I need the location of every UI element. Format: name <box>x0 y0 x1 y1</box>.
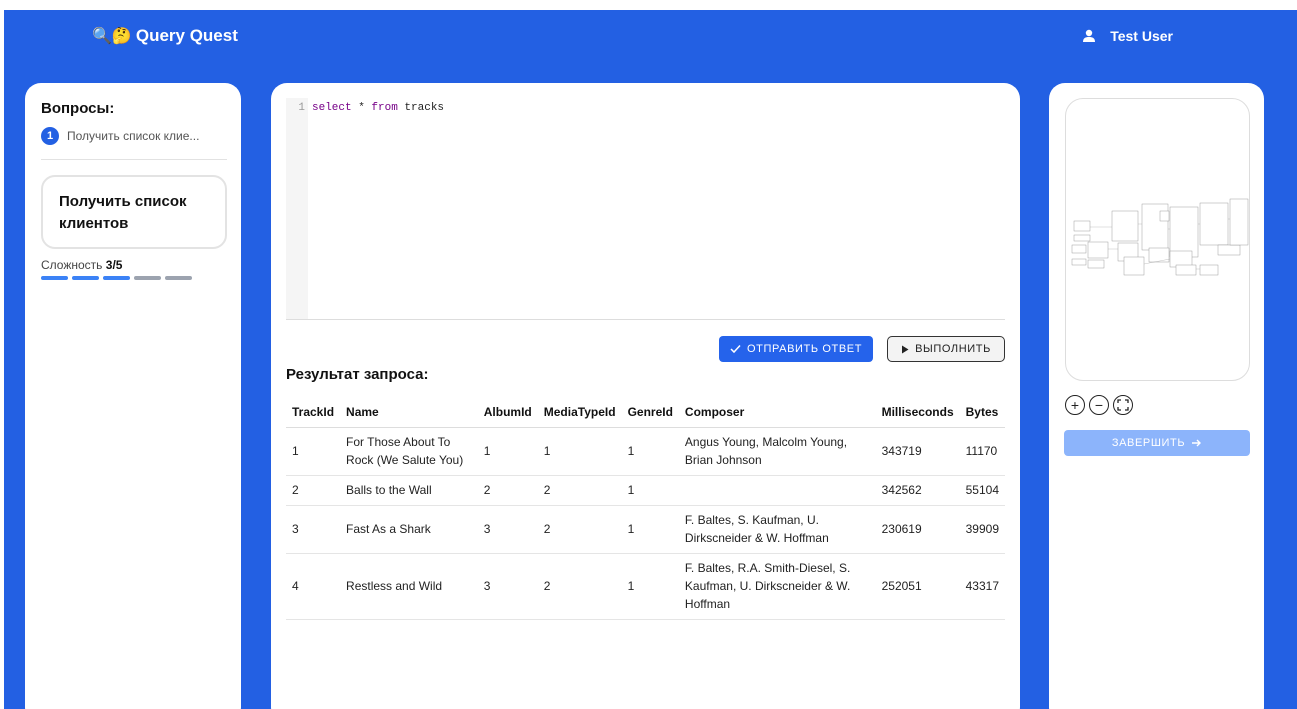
zoom-controls: + − <box>1065 395 1133 415</box>
table-cell: 1 <box>621 427 679 476</box>
questions-title: Вопросы: <box>41 100 115 117</box>
difficulty-bars <box>41 276 192 280</box>
question-number-badge: 1 <box>41 127 59 145</box>
table-cell: 3 <box>477 505 538 554</box>
main-panel: 1 select * from tracks ОТПРАВИТЬ ОТВЕТ В… <box>271 83 1020 709</box>
column-header: MediaTypeId <box>537 397 622 428</box>
brand[interactable]: 🔍🤔 Query Quest <box>92 26 238 46</box>
table-cell: F. Baltes, S. Kaufman, U. Dirkscneider &… <box>678 505 876 554</box>
difficulty-text: Сложность <box>41 258 103 272</box>
submit-label: ОТПРАВИТЬ ОТВЕТ <box>746 343 863 355</box>
column-header: Milliseconds <box>875 397 960 428</box>
logo-icon: 🔍🤔 <box>92 28 132 45</box>
table-row: 4 Restless and Wild 3 2 1 F. Baltes, R.A… <box>286 553 1005 620</box>
column-header: Composer <box>678 397 876 428</box>
run-label: ВЫПОЛНИТЬ <box>915 343 991 355</box>
schema-diagram[interactable] <box>1065 98 1250 381</box>
app-title: Query Quest <box>135 26 238 45</box>
zoom-out-icon[interactable]: − <box>1089 395 1109 415</box>
question-list-item[interactable]: 1 Получить список клие... <box>41 127 199 145</box>
code-keyword: select <box>312 102 352 114</box>
table-cell: 1 <box>286 427 341 476</box>
table-cell: 39909 <box>959 505 1005 554</box>
difficulty-bar <box>134 276 161 280</box>
table-row: 1 For Those About To Rock (We Salute You… <box>286 427 1005 476</box>
column-header: Bytes <box>959 397 1005 428</box>
table-header-row: TrackId Name AlbumId MediaTypeId GenreId… <box>286 397 1005 428</box>
table-cell: 3 <box>477 553 538 620</box>
table-cell: Restless and Wild <box>340 553 478 620</box>
table-row: 2 Balls to the Wall 2 2 1 342562 55104 <box>286 475 1005 506</box>
results-title: Результат запроса: <box>286 366 429 383</box>
difficulty-label: Сложность 3/5 <box>41 258 122 272</box>
table-cell: 2 <box>537 553 622 620</box>
check-icon <box>730 344 741 354</box>
table-cell: 230619 <box>875 505 960 554</box>
zoom-in-icon[interactable]: + <box>1065 395 1085 415</box>
difficulty-bar <box>41 276 68 280</box>
table-cell: 1 <box>621 505 679 554</box>
code-line[interactable]: select * from tracks <box>312 102 444 114</box>
finish-button[interactable]: ЗАВЕРШИТЬ <box>1064 430 1250 456</box>
difficulty-bar <box>103 276 130 280</box>
table-cell: 2 <box>537 475 622 506</box>
column-header: TrackId <box>286 397 341 428</box>
finish-label: ЗАВЕРШИТЬ <box>1111 437 1186 449</box>
table-cell: 2 <box>286 475 341 506</box>
table-cell: 1 <box>621 475 679 506</box>
column-header: Name <box>340 397 478 428</box>
table-cell: Angus Young, Malcolm Young, Brian Johnso… <box>678 427 876 476</box>
user-menu[interactable]: Test User <box>1082 28 1173 44</box>
user-icon <box>1083 29 1096 42</box>
difficulty-bar <box>165 276 192 280</box>
code-text: tracks <box>397 102 445 114</box>
table-cell: Fast As a Shark <box>340 505 478 554</box>
table-cell: 252051 <box>875 553 960 620</box>
table-cell: Balls to the Wall <box>340 475 478 506</box>
results-table: TrackId Name AlbumId MediaTypeId GenreId… <box>286 397 1005 620</box>
table-cell: 1 <box>621 553 679 620</box>
submit-answer-button[interactable]: ОТПРАВИТЬ ОТВЕТ <box>719 336 873 362</box>
app-frame: 🔍🤔 Query Quest Test User Вопросы: 1 Полу… <box>4 10 1297 709</box>
table-cell: 11170 <box>959 427 1005 476</box>
table-cell: For Those About To Rock (We Salute You) <box>340 427 478 476</box>
table-cell <box>678 475 876 506</box>
run-query-button[interactable]: ВЫПОЛНИТЬ <box>887 336 1005 362</box>
table-cell: 4 <box>286 553 341 620</box>
questions-panel: Вопросы: 1 Получить список клие... Получ… <box>25 83 241 709</box>
top-bar: 🔍🤔 Query Quest Test User <box>4 10 1297 67</box>
play-icon <box>902 345 909 353</box>
table-row: 3 Fast As a Shark 3 2 1 F. Baltes, S. Ka… <box>286 505 1005 554</box>
arrow-right-icon <box>1192 439 1202 447</box>
question-label: Получить список клие... <box>67 129 200 143</box>
difficulty-bar <box>72 276 99 280</box>
table-cell: 55104 <box>959 475 1005 506</box>
schema-diagram-image <box>1071 198 1249 276</box>
table-cell: 342562 <box>875 475 960 506</box>
results-table-container[interactable]: TrackId Name AlbumId MediaTypeId GenreId… <box>286 397 1005 630</box>
sql-editor[interactable]: 1 select * from tracks <box>286 98 1005 320</box>
difficulty-value: 3/5 <box>105 258 123 272</box>
schema-panel: + − ЗАВЕРШИТЬ <box>1049 83 1264 709</box>
code-keyword: from <box>371 102 398 114</box>
line-gutter: 1 <box>286 98 308 319</box>
table-cell: 3 <box>286 505 341 554</box>
column-header: GenreId <box>621 397 679 428</box>
table-cell: 343719 <box>875 427 960 476</box>
table-cell: 2 <box>477 475 538 506</box>
fit-screen-icon[interactable] <box>1113 395 1133 415</box>
table-cell: 1 <box>537 427 622 476</box>
divider <box>41 159 227 160</box>
table-cell: 1 <box>477 427 538 476</box>
column-header: AlbumId <box>477 397 538 428</box>
table-cell: F. Baltes, R.A. Smith-Diesel, S. Kaufman… <box>678 553 876 620</box>
table-cell: 2 <box>537 505 622 554</box>
user-name: Test User <box>1110 28 1173 44</box>
table-cell: 43317 <box>959 553 1005 620</box>
current-question-card: Получить список клиентов <box>41 175 227 249</box>
code-text: * <box>351 102 372 114</box>
